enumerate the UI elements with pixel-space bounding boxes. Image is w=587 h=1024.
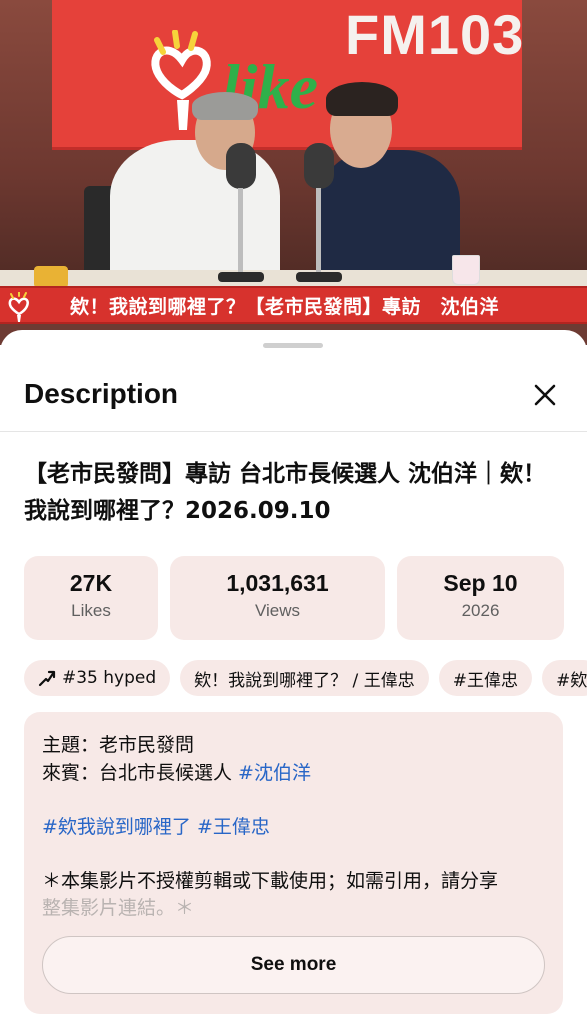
hype-icon xyxy=(38,669,56,687)
date-stat: Sep 10 2026 xyxy=(397,556,564,640)
body-hashtags-line: #欸我說到哪裡了 #王偉忠 xyxy=(42,812,270,839)
mic-base-right xyxy=(296,272,342,282)
hashtag-show-link[interactable]: #欸我說到哪裡了 xyxy=(42,816,191,838)
sheet-header: Description xyxy=(24,378,179,409)
playlist-chip[interactable]: 欸！我說到哪裡了？ / 王偉忠 xyxy=(180,660,429,696)
description-body: 主題：老市民發問 來賓：台北市長候選人 #沈伯洋 #欸我說到哪裡了 #王偉忠 ＊… xyxy=(24,712,563,1014)
hashtag-host-link[interactable]: #王偉忠 xyxy=(197,816,270,838)
hashtag-chip[interactable]: #王偉忠 xyxy=(438,660,532,696)
close-icon xyxy=(534,384,556,406)
body-notice-line-faded: 整集影片連結。＊ xyxy=(42,897,195,919)
video-title: 【老市民發問】專訪 台北市長候選人 沈伯洋｜欸！我說到哪裡了？2026.09.1… xyxy=(24,461,547,524)
mic-stand-left xyxy=(238,188,243,274)
date-value: Sep 10 xyxy=(443,570,518,596)
views-label: Views xyxy=(254,601,301,620)
views-stat: 1,031,631 Views xyxy=(170,556,385,640)
likes-value: 27K xyxy=(69,570,113,596)
description-sheet: Description 【老市民發問】專訪 台北市長候選人 沈伯洋｜欸！我說到哪… xyxy=(0,330,587,1024)
hashtag-guest-link[interactable]: #沈伯洋 xyxy=(238,762,311,784)
views-value: 1,031,631 xyxy=(226,570,329,596)
body-notice-line: ＊本集影片不授權剪輯或下載使用；如需引用，請分享 xyxy=(42,870,499,892)
chip-row: #35 hyped 欸！我說到哪裡了？ / 王偉忠 #王偉忠 #欸 xyxy=(24,660,587,696)
video-caption-banner: 欸！我說到哪裡了？【老市民發問】專訪 沈伯洋 xyxy=(0,286,587,324)
body-topic-line: 主題：老市民發問 xyxy=(42,734,195,756)
banner-logo-icon xyxy=(8,292,29,322)
microphone-left-icon xyxy=(226,143,256,189)
divider xyxy=(0,431,587,432)
body-guest-line: 來賓：台北市長候選人 #沈伯洋 xyxy=(42,758,311,785)
guest-prefix: 來賓：台北市長候選人 xyxy=(42,762,239,784)
mic-stand-right xyxy=(316,188,321,274)
likes-stat: 27K Likes xyxy=(24,556,158,640)
hype-chip-label: #35 hyped xyxy=(62,668,157,688)
hype-chip[interactable]: #35 hyped xyxy=(24,660,171,696)
drink-cup xyxy=(452,255,480,285)
close-button[interactable] xyxy=(527,380,563,410)
mic-base-left xyxy=(218,272,264,282)
drag-handle[interactable] xyxy=(263,343,323,348)
likes-label: Likes xyxy=(71,601,111,620)
date-year: 2026 xyxy=(461,601,500,620)
mug xyxy=(34,266,68,288)
microphone-right-icon xyxy=(304,143,334,189)
guest-hair xyxy=(326,82,398,116)
hashtag-chip-partial[interactable]: #欸 xyxy=(541,660,587,696)
station-frequency: FM103 xyxy=(345,3,525,66)
video-player[interactable]: like FM103 欸！我說到哪裡了？【老市民發問】專訪 沈伯洋 xyxy=(0,0,587,345)
banner-text: 欸！我說到哪裡了？【老市民發問】專訪 沈伯洋 xyxy=(70,296,500,318)
guest-body xyxy=(318,150,460,280)
host-hair xyxy=(192,92,258,120)
see-more-button[interactable]: See more xyxy=(42,936,545,994)
station-sign: like FM103 xyxy=(52,0,525,150)
